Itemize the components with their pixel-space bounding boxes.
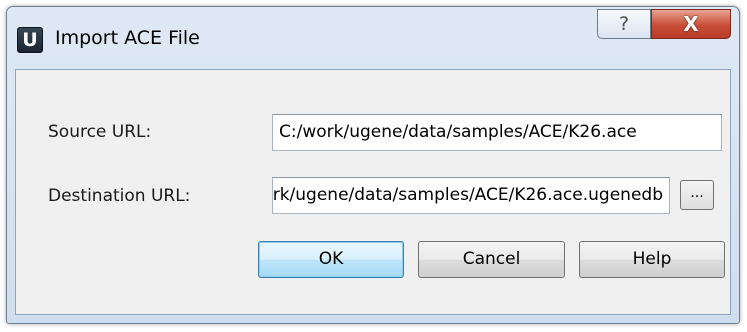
destination-url-input[interactable]: C:/work/ugene/data/samples/ACE/K26.ace.u… — [272, 177, 670, 214]
app-icon-letter: U — [22, 29, 38, 51]
title-bar[interactable]: U Import ACE File ? X — [7, 7, 739, 69]
source-url-label: Source URL: — [48, 122, 152, 142]
cancel-button[interactable]: Cancel — [418, 241, 565, 278]
window-title: Import ACE File — [55, 27, 200, 49]
ugene-app-icon: U — [17, 27, 43, 53]
browse-button[interactable]: ... — [680, 180, 714, 210]
import-ace-dialog: U Import ACE File ? X Source URL: C:/wor… — [6, 6, 740, 324]
close-icon[interactable]: X — [651, 9, 731, 39]
dialog-content: Source URL: C:/work/ugene/data/samples/A… — [15, 69, 731, 315]
source-url-input[interactable]: C:/work/ugene/data/samples/ACE/K26.ace — [272, 114, 722, 151]
help-icon[interactable]: ? — [597, 9, 651, 39]
destination-url-value: C:/work/ugene/data/samples/ACE/K26.ace.u… — [272, 185, 663, 205]
source-url-value: C:/work/ugene/data/samples/ACE/K26.ace — [279, 122, 637, 142]
ok-button[interactable]: OK — [258, 241, 404, 278]
destination-url-label: Destination URL: — [48, 186, 191, 206]
help-button[interactable]: Help — [579, 241, 725, 278]
